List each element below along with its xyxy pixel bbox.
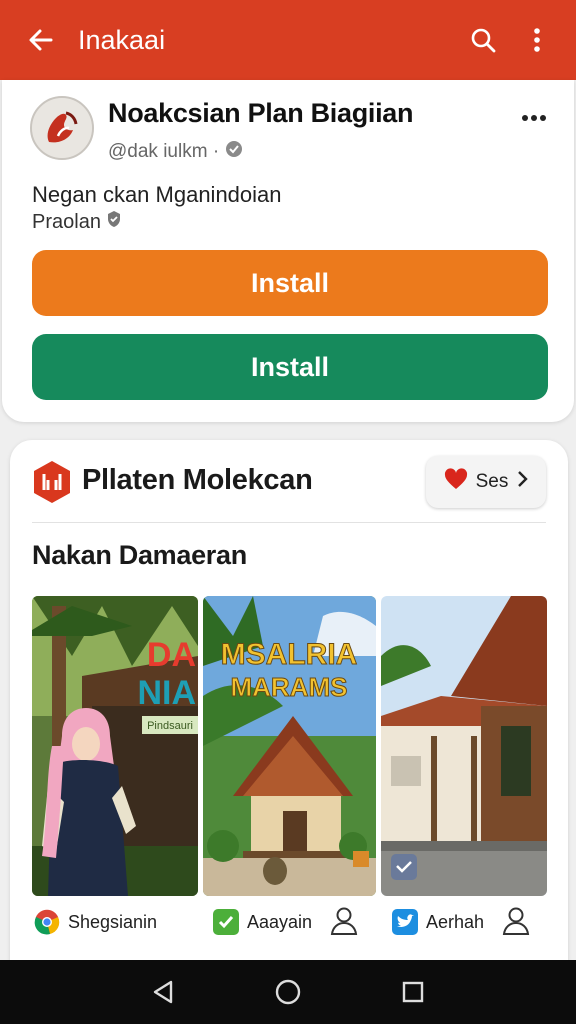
install-button-secondary[interactable]: Install	[32, 334, 548, 400]
app-name: Noakcsian Plan Biagiian	[108, 98, 414, 128]
search-icon[interactable]	[466, 23, 500, 57]
app-bar: Inakaai	[0, 0, 576, 80]
install-button-primary[interactable]: Install	[32, 250, 548, 316]
svg-text:MSALRIA: MSALRIA	[221, 638, 358, 671]
gallery-heading: Nakan Damaeran	[32, 540, 247, 570]
chrome-icon	[34, 909, 60, 935]
nav-back-icon[interactable]	[143, 972, 183, 1012]
chevron-right-icon	[516, 470, 529, 494]
see-all-label: Ses	[475, 471, 509, 492]
heart-icon	[444, 468, 468, 496]
bird-icon	[392, 909, 418, 935]
shield-icon	[106, 210, 122, 234]
app-description: Negan ckan Mganindoian	[32, 182, 282, 207]
hexagon-app-icon	[32, 460, 72, 504]
author-name: Aaayain	[247, 911, 313, 932]
system-nav-bar	[0, 960, 576, 1024]
verified-icon	[225, 140, 243, 164]
svg-text:MARAMS: MARAMS	[231, 672, 348, 702]
gallery-thumbnail-1[interactable]: DA NIA Pindsauri	[32, 596, 198, 896]
gallery-thumbnail-2[interactable]: MSALRIA MARAMS	[203, 596, 376, 896]
more-vert-icon[interactable]	[520, 23, 554, 57]
nav-home-icon[interactable]	[268, 972, 308, 1012]
app-info-card: Noakcsian Plan Biagiian @dak iulkm · Neg…	[2, 80, 574, 422]
see-all-button[interactable]: Ses	[426, 456, 546, 508]
svg-text:NIA: NIA	[137, 674, 196, 712]
divider	[32, 522, 546, 523]
handle-text: @dak iulkm ·	[108, 141, 220, 162]
thumbnail-1-meta: Shegsianin	[34, 904, 157, 940]
app-bar-title: Inakaai	[78, 24, 166, 55]
nav-recents-icon[interactable]	[393, 972, 433, 1012]
person-icon[interactable]	[502, 906, 530, 936]
app-handle: @dak iulkm ·	[108, 140, 243, 164]
author-name: Shegsianin	[68, 911, 158, 932]
app-logo-icon	[30, 96, 94, 160]
gallery-thumbnail-3[interactable]	[381, 596, 547, 896]
author-name: Aerhah	[426, 911, 485, 932]
gallery-card: Pllaten Molekcan Ses Nakan Damaeran DA N…	[10, 440, 568, 1000]
more-horiz-icon[interactable]	[520, 108, 548, 128]
person-icon[interactable]	[330, 906, 358, 936]
thumbnail-3-meta: Aerhah	[392, 904, 484, 940]
svg-text:DA: DA	[147, 636, 196, 674]
thumbnail-sign-text: Pindsauri	[147, 720, 193, 732]
subtitle-text: Praolan	[32, 210, 101, 233]
section-title: Pllaten Molekcan	[82, 464, 313, 496]
app-subtitle: Praolan	[32, 210, 122, 234]
arrow-back-icon[interactable]	[24, 23, 58, 57]
thumbnail-2-meta: Aaayain	[213, 904, 312, 940]
check-icon	[213, 909, 239, 935]
